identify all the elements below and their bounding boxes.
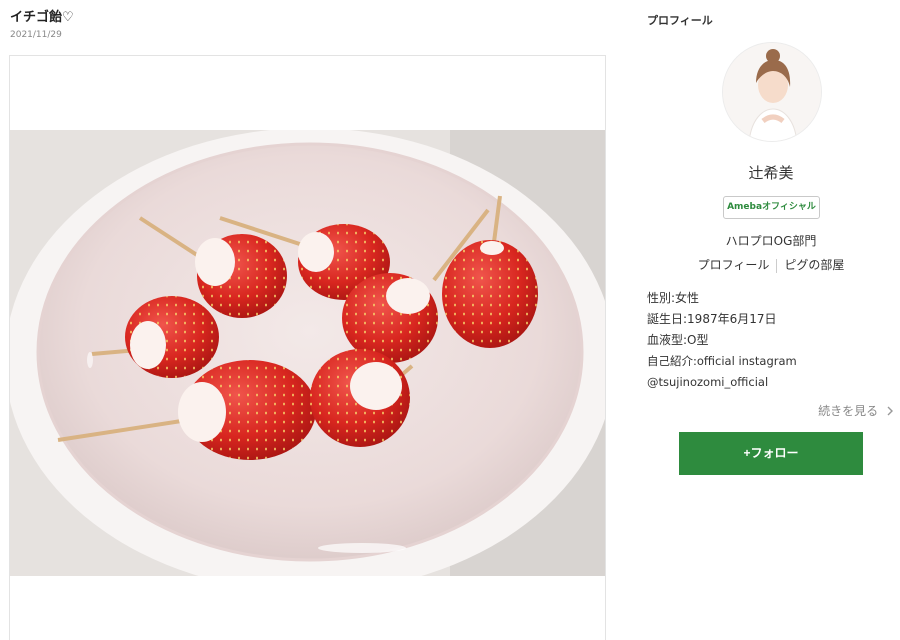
chevron-right-icon [882, 404, 895, 418]
link-divider [776, 258, 778, 273]
pig-room-link[interactable]: ピグの部屋 [784, 258, 844, 272]
profile-gender: 性別:女性 [647, 291, 700, 305]
profile-link[interactable]: プロフィール [698, 258, 770, 272]
avatar[interactable] [722, 42, 822, 142]
profile-group[interactable]: ハロプロOG部門 [640, 232, 900, 249]
follow-button[interactable]: +フォロー [679, 432, 863, 475]
profile-intro: 自己紹介:official instagram @tsujinozomi_off… [647, 354, 797, 389]
profile-sidebar: プロフィール 辻希美 Amebaオフィシャル ハロプロOG部門 プロフィール ピグ… [640, 0, 900, 640]
profile-links: プロフィール ピグの部屋 [640, 256, 900, 273]
read-more-label: 続きを見る [818, 404, 879, 418]
profile-heading: プロフィール [647, 14, 713, 27]
profile-birthday: 誕生日:1987年6月17日 [647, 312, 777, 326]
profile-name[interactable]: 辻希美 [640, 162, 900, 183]
profile-blood-type: 血液型:O型 [647, 333, 709, 347]
post-date: 2021/11/29 [10, 30, 62, 40]
strawberry-candy-photo[interactable] [10, 130, 605, 576]
post-title[interactable]: イチゴ飴♡ [10, 6, 74, 25]
official-badge: Amebaオフィシャル [723, 196, 820, 219]
read-more-link[interactable]: 続きを見る [818, 402, 895, 419]
post-image-frame [9, 55, 606, 640]
main-content: イチゴ飴♡ 2021/11/29 [0, 0, 620, 640]
